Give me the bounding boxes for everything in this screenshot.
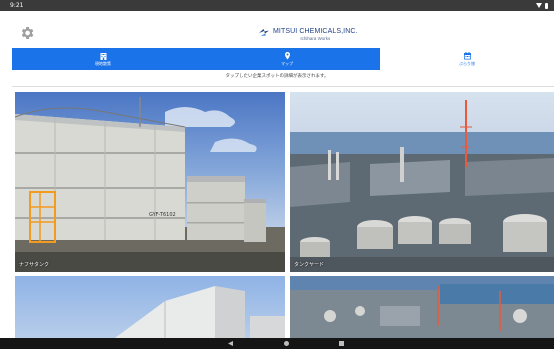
- mitsui-logo-icon: [259, 29, 269, 36]
- home-icon[interactable]: [284, 341, 289, 346]
- instruction-text: タップしたい企業スポットの詳細が表示されます。: [225, 74, 329, 79]
- logo-works-name: Ichihara Works: [300, 36, 331, 41]
- tab-label: ぶらり旅: [459, 61, 475, 66]
- aerial-plant-photo: [290, 276, 554, 338]
- building-icon: [100, 53, 106, 60]
- battery-icon: [545, 2, 548, 9]
- tile-aerial-plant[interactable]: [290, 276, 554, 338]
- status-bar: 9:21: [0, 0, 554, 11]
- tab-bar: 現地散策 マップ ぶらり旅: [12, 48, 554, 70]
- wifi-icon: [536, 3, 542, 8]
- status-icons: [536, 0, 548, 11]
- map-pin-icon: [284, 52, 290, 60]
- tile-building[interactable]: [15, 276, 285, 338]
- app-screen: 9:21 MITSUI CHEMICALS,INC. Ichihara Work…: [0, 0, 554, 349]
- building-photo: [115, 286, 285, 338]
- tile-naphtha-tank[interactable]: GYF-T6102 ナフサタンク: [15, 92, 285, 272]
- divider: [12, 86, 554, 87]
- back-icon[interactable]: [228, 341, 233, 346]
- tank-yard-photo: [290, 100, 554, 272]
- tab-label: マップ: [281, 61, 293, 66]
- company-logo: MITSUI CHEMICALS,INC. Ichihara Works: [259, 28, 358, 42]
- tab-trip[interactable]: ぶらり旅: [380, 48, 554, 70]
- calendar-icon: [463, 52, 471, 60]
- system-nav-bar: [0, 338, 554, 349]
- tank-id-text: GYF-T6102: [149, 212, 176, 218]
- status-time: 9:21: [10, 2, 24, 9]
- tab-map[interactable]: マップ: [194, 48, 380, 70]
- tab-local-walk[interactable]: 現地散策: [12, 48, 194, 70]
- app-header: MITSUI CHEMICALS,INC. Ichihara Works: [0, 11, 554, 48]
- naphtha-tank-photo: GYF-T6102: [15, 97, 285, 272]
- tile-tank-yard[interactable]: タンクヤード: [290, 92, 554, 272]
- gear-icon[interactable]: [19, 25, 35, 41]
- logo-company-name: MITSUI CHEMICALS,INC.: [273, 28, 358, 35]
- tile-label: タンクヤード: [294, 262, 325, 268]
- tile-label: ナフサタンク: [19, 262, 50, 268]
- tab-label: 現地散策: [95, 61, 111, 66]
- recent-apps-icon[interactable]: [339, 341, 344, 346]
